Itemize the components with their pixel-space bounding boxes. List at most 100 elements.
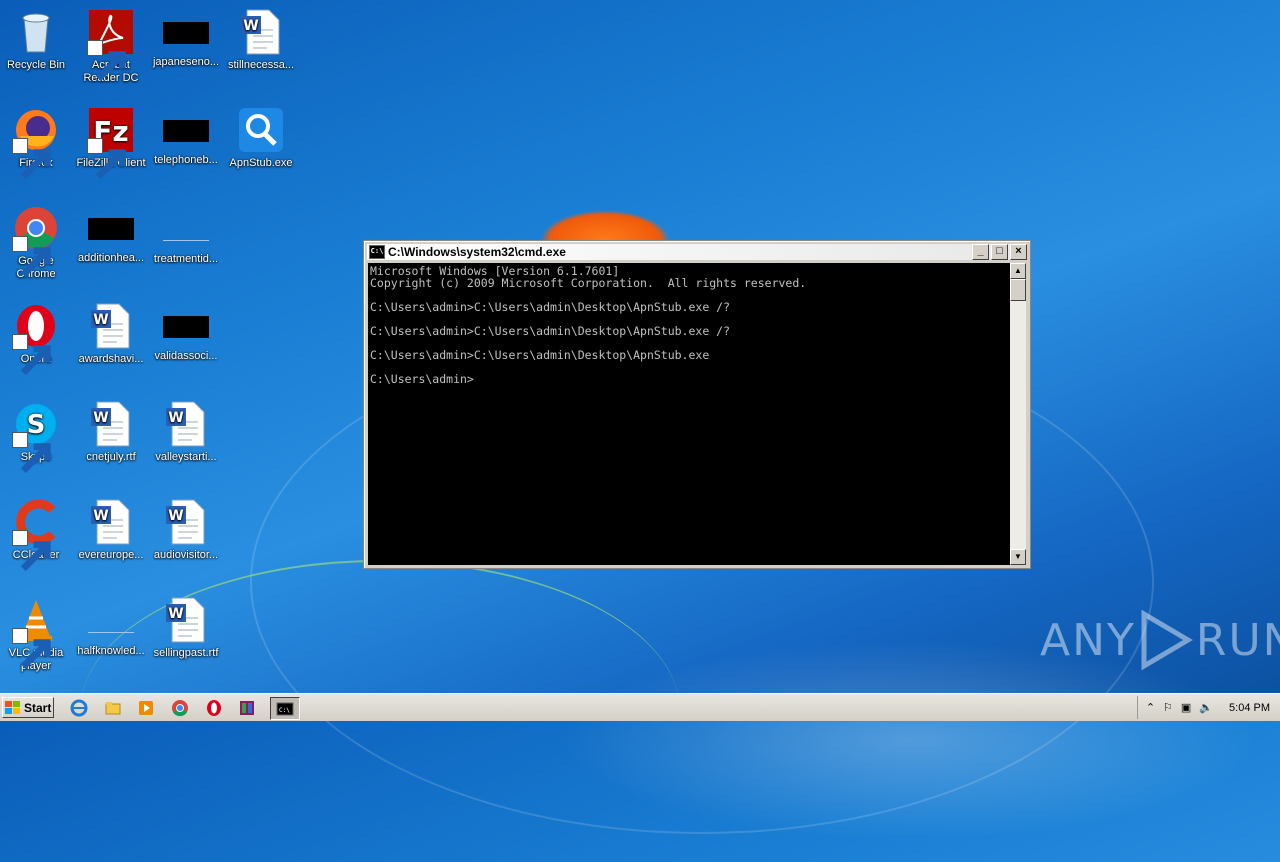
desktop-icon-skype[interactable]: S Skype <box>0 400 74 474</box>
cmd-app-icon: C:\ <box>369 245 385 259</box>
desktop-icon-halfknowled[interactable]: halfknowled... <box>73 596 149 658</box>
chrome-icon <box>12 204 60 278</box>
recycle-bin-icon <box>12 8 60 56</box>
desktop-icon-awardshavi[interactable]: W awardshavi... <box>73 302 149 366</box>
icon-label: additionhea... <box>77 252 145 264</box>
redacted-file-icon <box>163 316 209 338</box>
vlc-cone-icon <box>12 596 60 670</box>
desktop-icon-acrobat[interactable]: Acrobat Reader DC <box>73 8 149 85</box>
taskbar: Start C:\ ⌃ ⚐ ▣ 🔈 5:04 PM <box>0 693 1280 721</box>
icon-label: treatmentid... <box>153 253 219 265</box>
taskbar-opera-icon[interactable] <box>203 697 225 718</box>
clock[interactable]: 5:04 PM <box>1229 702 1270 714</box>
minimize-button[interactable]: _ <box>972 244 989 260</box>
shortcut-arrow-icon <box>87 40 126 82</box>
console-line: C:\Users\admin>C:\Users\admin\Desktop\Ap… <box>370 324 731 338</box>
icon-label: Recycle Bin <box>6 59 66 71</box>
window-title: C:\Windows\system32\cmd.exe <box>388 245 566 259</box>
desktop-icon-recycle-bin[interactable]: Recycle Bin <box>0 8 74 72</box>
svg-text:W: W <box>168 410 183 426</box>
scroll-down-arrow-icon[interactable]: ▼ <box>1010 549 1026 565</box>
maximize-button[interactable]: □ <box>991 244 1008 260</box>
desktop-icon-treatmentid[interactable]: treatmentid... <box>148 204 224 266</box>
desktop-icon-valleystarti[interactable]: W valleystarti... <box>148 400 224 464</box>
shortcut-arrow-icon <box>12 138 51 180</box>
desktop-icon-opera[interactable]: Opera <box>0 302 74 376</box>
word-document-icon: W <box>87 498 135 546</box>
close-button[interactable]: × <box>1010 244 1027 260</box>
desktop-icon-audiovisitor[interactable]: W audiovisitor... <box>148 498 224 562</box>
svg-text:W: W <box>168 606 183 622</box>
desktop-icon-cnetjuly[interactable]: W cnetjuly.rtf <box>73 400 149 464</box>
scroll-up-arrow-icon[interactable]: ▲ <box>1010 263 1026 279</box>
taskbar-winrar-icon[interactable] <box>236 697 258 718</box>
windows-logo-icon <box>5 700 20 714</box>
cmd-title-bar[interactable]: C:\ C:\Windows\system32\cmd.exe _ □ × <box>367 244 1027 260</box>
taskbar-cmd-button[interactable]: C:\ <box>270 697 300 720</box>
word-document-icon: W <box>162 596 210 644</box>
vertical-scrollbar[interactable]: ▲ ▼ <box>1010 263 1026 565</box>
desktop-icon-chrome[interactable]: Google Chrome <box>0 204 74 281</box>
icon-label: stillnecessa... <box>227 59 295 71</box>
cmd-icon: C:\ <box>276 702 294 715</box>
taskbar-media-player-icon[interactable] <box>135 697 157 718</box>
anyrun-watermark: ANY RUN <box>1040 608 1280 672</box>
action-center-flag-icon[interactable]: ⚐ <box>1163 701 1173 714</box>
svg-text:W: W <box>93 410 108 426</box>
icon-label: audiovisitor... <box>153 549 219 561</box>
shortcut-arrow-icon <box>12 236 51 278</box>
desktop-icon-sellingpast[interactable]: W sellingpast.rtf <box>148 596 224 660</box>
icon-label: ApnStub.exe <box>229 157 293 169</box>
taskbar-explorer-icon[interactable] <box>102 697 124 718</box>
show-hidden-icons-button[interactable]: ⌃ <box>1146 701 1155 714</box>
taskbar-ie-icon[interactable] <box>68 697 90 718</box>
desktop-icon-additionhea[interactable]: additionhea... <box>73 204 149 265</box>
icon-label: halfknowled... <box>77 645 145 657</box>
play-logo-icon <box>1141 609 1193 671</box>
word-document-icon: W <box>87 302 135 350</box>
redacted-file-icon <box>88 218 134 240</box>
redacted-file-icon <box>163 120 209 142</box>
shortcut-arrow-icon <box>12 334 51 376</box>
desktop-icon-evereurope[interactable]: W evereurope... <box>73 498 149 562</box>
svg-text:W: W <box>93 508 108 524</box>
desktop-icon-validassoci[interactable]: validassoci... <box>148 302 224 363</box>
word-document-icon: W <box>162 400 210 448</box>
redacted-file-icon <box>163 22 209 44</box>
scroll-thumb[interactable] <box>1010 279 1026 301</box>
desktop-icon-telephoneb[interactable]: telephoneb... <box>148 106 224 167</box>
ccleaner-icon <box>12 498 60 572</box>
word-document-icon: W <box>162 498 210 546</box>
console-prompt: C:\Users\admin> <box>370 372 474 386</box>
desktop-icon-firefox[interactable]: Firefox <box>0 106 74 180</box>
desktop-icon-apnstub[interactable]: ApnStub.exe <box>223 106 299 170</box>
taskbar-chrome-icon[interactable] <box>169 697 191 718</box>
magnifier-icon <box>237 106 285 154</box>
word-document-icon: W <box>87 400 135 448</box>
svg-text:C:\: C:\ <box>279 707 290 714</box>
console-output[interactable]: Microsoft Windows [Version 6.1.7601] Cop… <box>368 263 1012 565</box>
shortcut-arrow-icon <box>12 628 51 670</box>
skype-icon: S <box>12 400 60 474</box>
icon-label: telephoneb... <box>154 154 218 166</box>
network-icon[interactable]: ▣ <box>1181 701 1191 714</box>
cmd-window[interactable]: C:\ C:\Windows\system32\cmd.exe _ □ × Mi… <box>363 240 1031 569</box>
blank-file-icon <box>163 218 209 241</box>
word-document-icon: W <box>237 8 285 56</box>
console-line: C:\Users\admin>C:\Users\admin\Desktop\Ap… <box>370 348 710 362</box>
watermark-right-text: RUN <box>1195 614 1280 666</box>
volume-icon[interactable]: 🔈 <box>1199 701 1213 714</box>
start-button[interactable]: Start <box>2 697 54 718</box>
icon-label: cnetjuly.rtf <box>86 451 136 463</box>
acrobat-icon <box>87 8 135 82</box>
icon-label: validassoci... <box>154 350 218 362</box>
desktop-icon-ccleaner[interactable]: CCleaner <box>0 498 74 572</box>
blank-file-icon <box>88 610 134 633</box>
desktop-icon-japaneseno[interactable]: japaneseno... <box>148 8 224 69</box>
filezilla-icon: Fz <box>87 106 135 180</box>
icon-label: valleystarti... <box>155 451 217 463</box>
desktop-icon-stillnecessa[interactable]: W stillnecessa... <box>223 8 299 72</box>
icon-label: sellingpast.rtf <box>153 647 219 659</box>
desktop-icon-vlc[interactable]: VLC media player <box>0 596 74 673</box>
desktop-icon-filezilla[interactable]: Fz FileZilla Client <box>73 106 149 180</box>
